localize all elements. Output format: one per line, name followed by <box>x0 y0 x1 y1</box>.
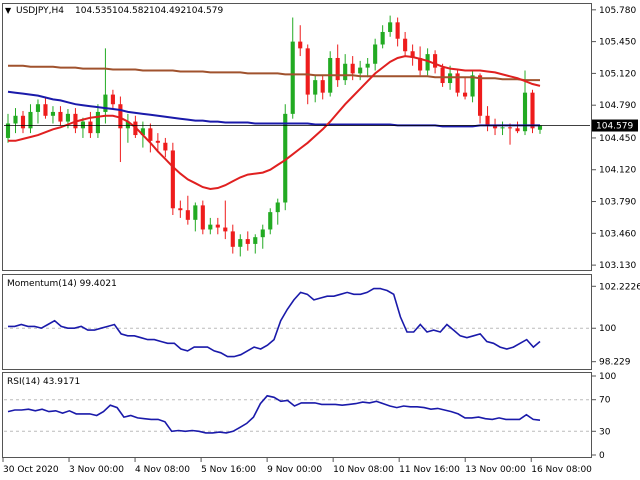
candle-body <box>507 127 513 129</box>
candle-body <box>103 94 108 112</box>
rsi-line <box>7 394 541 434</box>
rsi-label: RSI(14) 43.9171 <box>7 377 80 387</box>
rsi-tick-label: 30 <box>599 427 611 437</box>
candle-body <box>380 31 385 45</box>
candle-body <box>65 113 71 122</box>
candle-body <box>365 63 370 68</box>
candle-body <box>320 80 325 93</box>
candle-body <box>440 67 445 84</box>
candle-body <box>470 75 475 97</box>
price-tick-label: 105.780 <box>599 6 636 16</box>
rsi-tick-label: 70 <box>599 396 611 406</box>
candle-body <box>95 111 100 134</box>
ohlc-high: 104.582 <box>112 6 149 16</box>
candle-body <box>178 208 183 211</box>
candle-body <box>260 229 265 238</box>
price-tick-label: 103.790 <box>599 198 636 208</box>
x-tick-label: 11 Nov 16:00 <box>399 465 460 475</box>
candle-body <box>148 128 153 141</box>
x-tick-label: 10 Nov 08:00 <box>333 465 394 475</box>
price-tick-label: 105.120 <box>599 69 636 79</box>
current-price-label: 104.579 <box>596 122 633 132</box>
candle-body <box>275 202 280 213</box>
x-tick-label: 30 Oct 2020 <box>3 465 59 475</box>
candle-body <box>335 57 340 81</box>
candle-body <box>155 140 160 143</box>
ohlc-close: 104.579 <box>186 6 223 16</box>
ma-slow-line <box>8 64 540 82</box>
x-tick-label: 3 Nov 00:00 <box>69 465 124 475</box>
candle-body <box>118 104 123 129</box>
chart-canvas: ▼ USDJPY,H4 104.535 104.582 104.492 104.… <box>2 3 640 475</box>
candle-body <box>230 231 235 247</box>
candle-body <box>208 224 213 230</box>
candle-body <box>350 63 355 74</box>
candle-body <box>238 239 243 247</box>
ohlc-low: 104.492 <box>149 6 186 16</box>
candle-body <box>200 205 205 230</box>
rsi-pane-frame <box>2 372 592 458</box>
momentum-tick-label: 98.229 <box>599 358 631 368</box>
candle-body <box>515 128 520 132</box>
candle-body <box>185 210 190 220</box>
price-tick-label: 104.120 <box>599 166 636 176</box>
price-tick-label: 105.450 <box>599 38 636 48</box>
candle-body <box>163 142 168 151</box>
x-tick-label: 9 Nov 00:00 <box>267 465 322 475</box>
candle-body <box>170 150 175 209</box>
candle-body <box>35 104 41 112</box>
candle-body <box>43 104 48 116</box>
price-tick-label: 104.790 <box>599 101 636 111</box>
x-tick-label: 4 Nov 08:00 <box>135 465 190 475</box>
candle-body <box>215 224 220 228</box>
candle-body <box>20 115 26 129</box>
candle-body <box>313 80 318 95</box>
candle-body <box>88 121 93 134</box>
candle-body <box>253 237 258 244</box>
candle-body <box>268 212 273 230</box>
ma-mid-line <box>7 90 540 128</box>
candle-body <box>305 48 310 95</box>
candle-body <box>110 94 115 105</box>
momentum-label: Momentum(14) 99.4021 <box>7 279 117 289</box>
candle-body <box>485 115 490 126</box>
candle-body <box>373 44 378 64</box>
candle-body <box>245 239 250 244</box>
candle-body <box>395 22 400 39</box>
candle-body <box>298 41 303 49</box>
ohlc-open: 104.535 <box>75 6 112 16</box>
price-tick-label: 103.460 <box>599 229 636 239</box>
price-pane-title: ▼ USDJPY,H4 104.535 104.582 104.492 104.… <box>5 6 223 16</box>
candle-body <box>463 92 468 97</box>
candle-body <box>193 205 198 220</box>
candle-body <box>500 127 505 129</box>
symbol-label: USDJPY,H4 <box>16 6 64 16</box>
price-tick-label: 104.450 <box>599 134 636 144</box>
candle-body <box>477 75 483 116</box>
momentum-line <box>8 287 541 358</box>
candle-body <box>290 41 295 114</box>
rsi-tick-label: 100 <box>599 372 616 382</box>
x-tick-label: 5 Nov 16:00 <box>201 465 256 475</box>
x-tick-label: 13 Nov 00:00 <box>465 465 526 475</box>
candle-body <box>50 111 56 116</box>
collapse-triangle-icon[interactable]: ▼ <box>5 6 12 15</box>
candle-body <box>455 73 460 93</box>
candle-body <box>358 67 363 74</box>
candle-body <box>530 92 535 129</box>
candle-body <box>13 115 18 124</box>
price-tick-label: 103.130 <box>599 261 636 271</box>
candle-body <box>80 121 85 129</box>
x-tick-label: 16 Nov 08:00 <box>531 465 592 475</box>
candle-body <box>343 63 348 81</box>
candle-body <box>58 111 63 122</box>
momentum-tick-label: 102.2226 <box>599 282 640 292</box>
candle-body <box>433 54 438 68</box>
candle-body <box>388 22 393 32</box>
candle-body <box>223 227 228 232</box>
momentum-tick-label: 100 <box>599 324 616 334</box>
rsi-tick-label: 0 <box>599 451 605 461</box>
candle-body <box>403 38 408 52</box>
